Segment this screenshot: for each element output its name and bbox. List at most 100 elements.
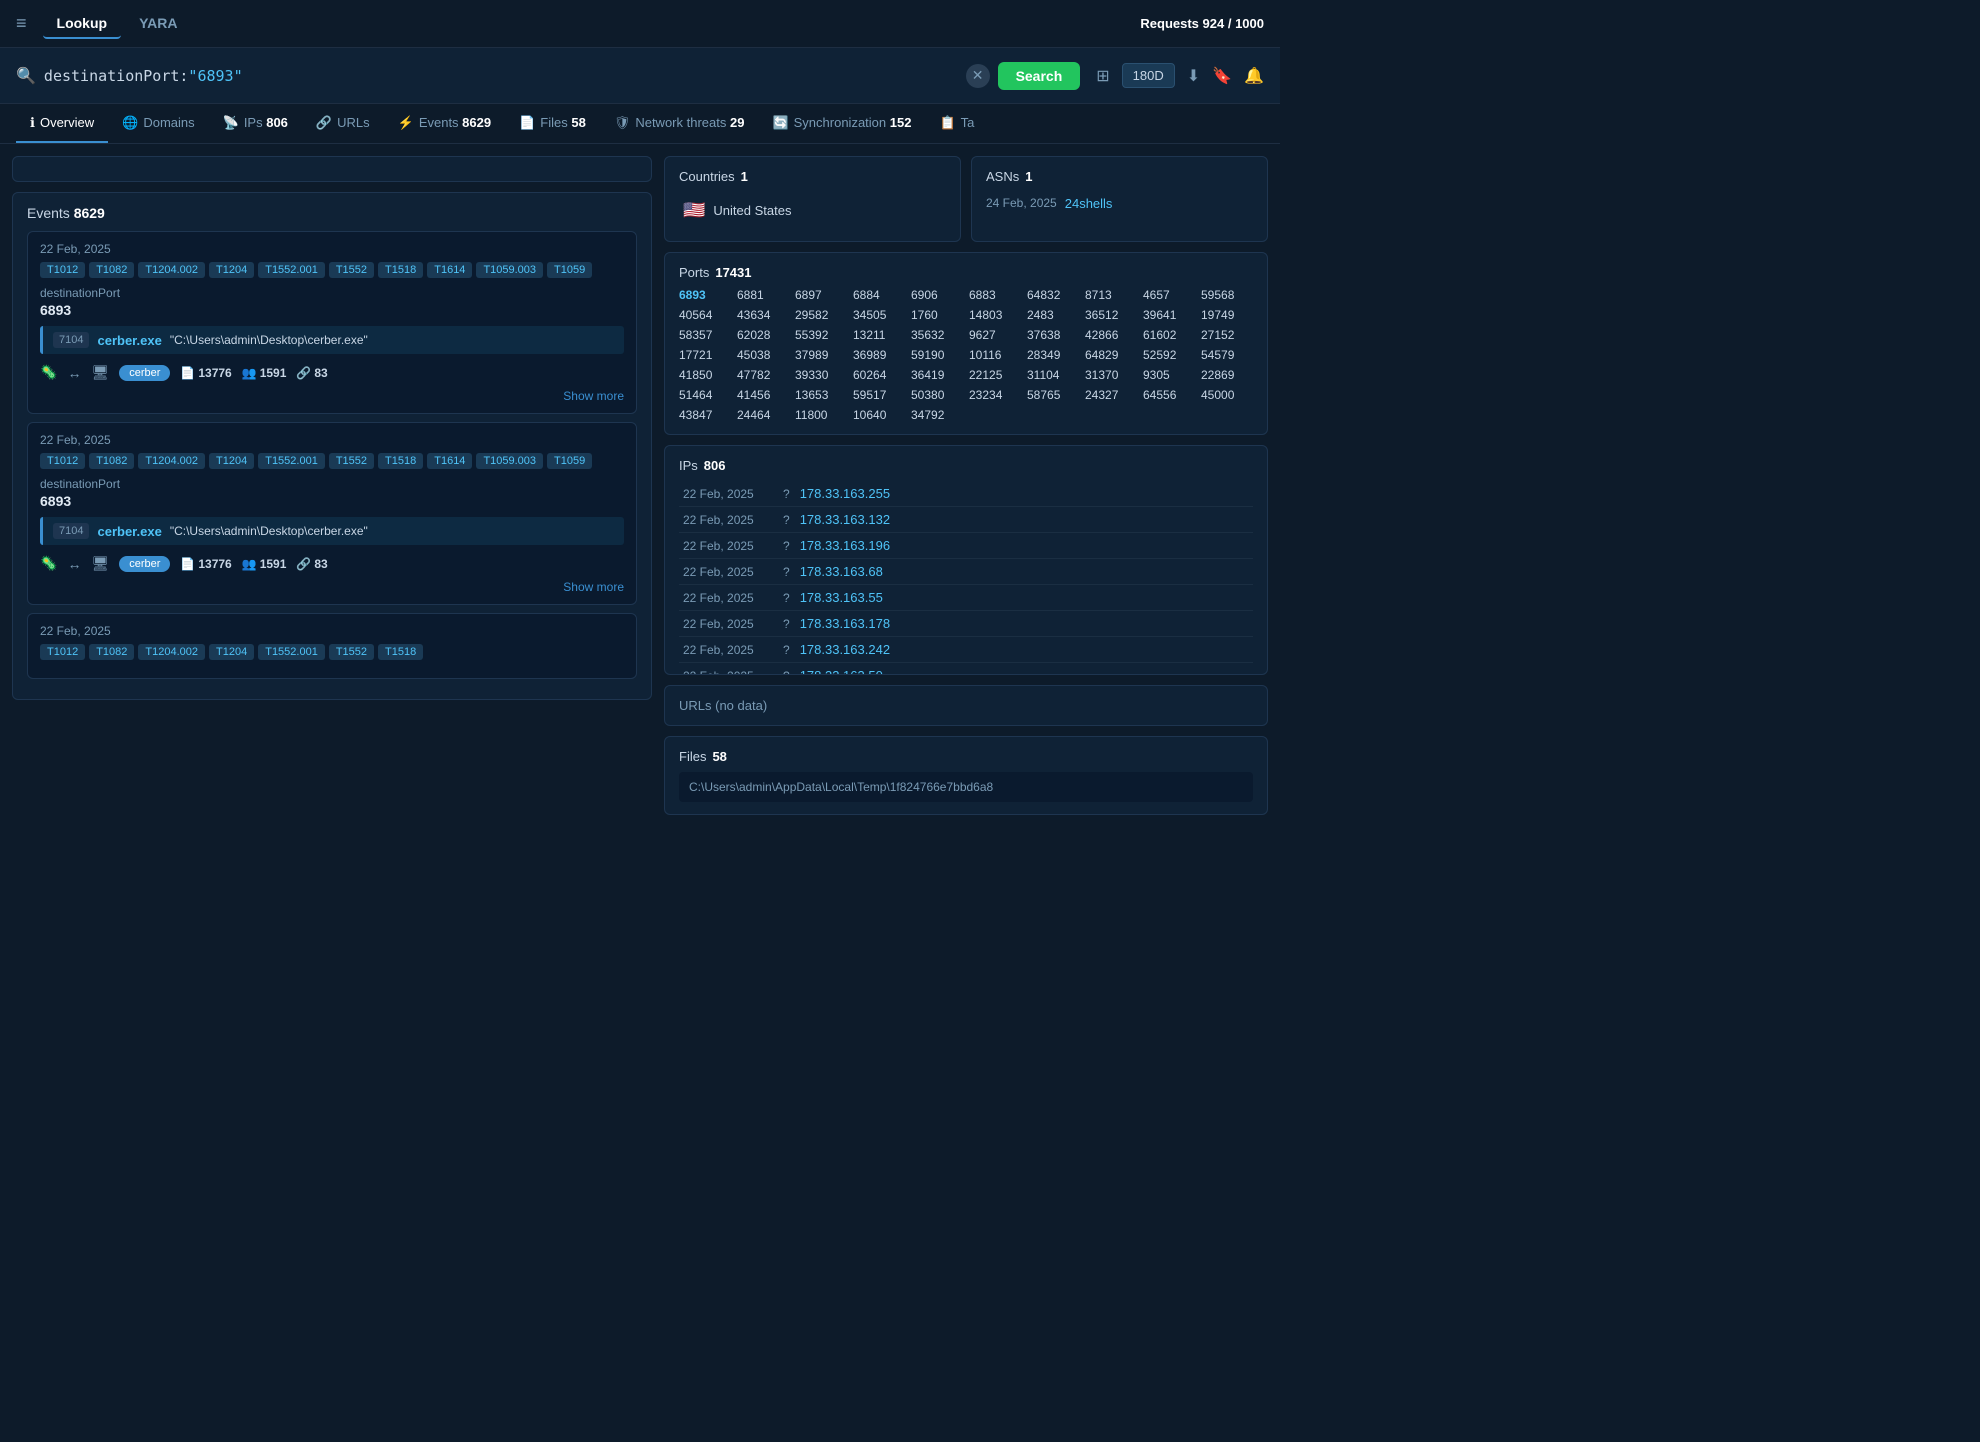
- period-selector[interactable]: 180D: [1122, 63, 1175, 88]
- port-number[interactable]: 4657: [1143, 288, 1187, 302]
- port-number[interactable]: 11800: [795, 408, 839, 422]
- port-number[interactable]: 40564: [679, 308, 723, 322]
- show-more-2[interactable]: Show more: [40, 580, 624, 594]
- port-number[interactable]: 6897: [795, 288, 839, 302]
- port-number[interactable]: 24327: [1085, 388, 1129, 402]
- port-number[interactable]: 6906: [911, 288, 955, 302]
- port-number[interactable]: 37989: [795, 348, 839, 362]
- tab-domains[interactable]: 🌐 Domains: [108, 104, 208, 143]
- malware-icon[interactable]: 🦠: [40, 555, 57, 572]
- ip-address[interactable]: 178.33.163.50: [800, 668, 883, 675]
- host-icon[interactable]: 🖥: [91, 555, 109, 572]
- port-number[interactable]: 9627: [969, 328, 1013, 342]
- port-number[interactable]: 6881: [737, 288, 781, 302]
- port-number[interactable]: 41850: [679, 368, 723, 382]
- port-number[interactable]: 8713: [1085, 288, 1129, 302]
- port-number[interactable]: 58765: [1027, 388, 1071, 402]
- connection-icon[interactable]: ↔: [67, 365, 81, 381]
- show-more-1[interactable]: Show more: [40, 389, 624, 403]
- port-number[interactable]: 6893: [679, 288, 723, 302]
- port-number[interactable]: 43634: [737, 308, 781, 322]
- port-number[interactable]: 31104: [1027, 368, 1071, 382]
- port-number[interactable]: 64832: [1027, 288, 1071, 302]
- port-number[interactable]: 34792: [911, 408, 955, 422]
- port-number[interactable]: 23234: [969, 388, 1013, 402]
- download-icon[interactable]: ⬇: [1187, 66, 1200, 86]
- port-number[interactable]: 10116: [969, 348, 1013, 362]
- port-number[interactable]: 22125: [969, 368, 1013, 382]
- port-number[interactable]: 17721: [679, 348, 723, 362]
- port-number[interactable]: 29582: [795, 308, 839, 322]
- port-number[interactable]: 59517: [853, 388, 897, 402]
- port-number[interactable]: 45038: [737, 348, 781, 362]
- port-number[interactable]: 59568: [1201, 288, 1245, 302]
- port-number[interactable]: 14803: [969, 308, 1013, 322]
- port-number[interactable]: 1760: [911, 308, 955, 322]
- tab-synchronization[interactable]: 🔄 Synchronization 152: [758, 104, 925, 143]
- port-number[interactable]: 62028: [737, 328, 781, 342]
- tab-events[interactable]: ⚡ Events 8629: [384, 104, 505, 143]
- cerber-badge[interactable]: cerber: [119, 556, 170, 572]
- port-number[interactable]: 37638: [1027, 328, 1071, 342]
- tab-ips[interactable]: 📡 IPs 806: [209, 104, 302, 143]
- asn-name[interactable]: 24shells: [1065, 196, 1113, 211]
- port-number[interactable]: 34505: [853, 308, 897, 322]
- ip-address[interactable]: 178.33.163.178: [800, 616, 890, 631]
- port-number[interactable]: 41456: [737, 388, 781, 402]
- port-number[interactable]: 6883: [969, 288, 1013, 302]
- port-number[interactable]: 45000: [1201, 388, 1245, 402]
- tab-ta[interactable]: 📋 Ta: [925, 104, 988, 143]
- port-number[interactable]: 27152: [1201, 328, 1245, 342]
- port-number[interactable]: 9305: [1143, 368, 1187, 382]
- port-number[interactable]: 22869: [1201, 368, 1245, 382]
- port-number[interactable]: 6884: [853, 288, 897, 302]
- cerber-badge[interactable]: cerber: [119, 365, 170, 381]
- port-number[interactable]: 36512: [1085, 308, 1129, 322]
- port-number[interactable]: 42866: [1085, 328, 1129, 342]
- tab-files[interactable]: 📄 Files 58: [505, 104, 600, 143]
- tab-urls[interactable]: 🔗 URLs: [302, 104, 384, 143]
- port-number[interactable]: 2483: [1027, 308, 1071, 322]
- view-toggle-icon[interactable]: ⊞: [1096, 66, 1109, 86]
- port-number[interactable]: 51464: [679, 388, 723, 402]
- port-number[interactable]: 36989: [853, 348, 897, 362]
- port-number[interactable]: 36419: [911, 368, 955, 382]
- hamburger-icon[interactable]: ≡: [16, 13, 27, 34]
- malware-icon[interactable]: 🦠: [40, 364, 57, 381]
- nav-tab-yara[interactable]: YARA: [125, 9, 191, 39]
- tab-network-threats[interactable]: 🛡 Network threats 29: [600, 104, 759, 143]
- ip-address[interactable]: 178.33.163.242: [800, 642, 890, 657]
- ip-address[interactable]: 178.33.163.132: [800, 512, 890, 527]
- port-number[interactable]: 31370: [1085, 368, 1129, 382]
- port-number[interactable]: 55392: [795, 328, 839, 342]
- bookmark-icon[interactable]: 🔖: [1212, 66, 1232, 86]
- nav-tab-lookup[interactable]: Lookup: [43, 9, 122, 39]
- port-number[interactable]: 59190: [911, 348, 955, 362]
- port-number[interactable]: 60264: [853, 368, 897, 382]
- port-number[interactable]: 61602: [1143, 328, 1187, 342]
- notification-icon[interactable]: 🔔: [1244, 66, 1264, 86]
- port-number[interactable]: 39641: [1143, 308, 1187, 322]
- port-number[interactable]: 24464: [737, 408, 781, 422]
- clear-button[interactable]: ✕: [966, 64, 990, 88]
- port-number[interactable]: 39330: [795, 368, 839, 382]
- port-number[interactable]: 28349: [1027, 348, 1071, 362]
- connection-icon[interactable]: ↔: [67, 556, 81, 572]
- port-number[interactable]: 64829: [1085, 348, 1129, 362]
- ip-address[interactable]: 178.33.163.196: [800, 538, 890, 553]
- search-button[interactable]: Search: [998, 62, 1081, 90]
- port-number[interactable]: 50380: [911, 388, 955, 402]
- host-icon[interactable]: 🖥: [91, 364, 109, 381]
- port-number[interactable]: 43847: [679, 408, 723, 422]
- port-number[interactable]: 64556: [1143, 388, 1187, 402]
- ip-address[interactable]: 178.33.163.68: [800, 564, 883, 579]
- port-number[interactable]: 52592: [1143, 348, 1187, 362]
- country-row[interactable]: 🇺🇸 United States: [679, 192, 946, 229]
- ip-address[interactable]: 178.33.163.55: [800, 590, 883, 605]
- port-number[interactable]: 35632: [911, 328, 955, 342]
- port-number[interactable]: 19749: [1201, 308, 1245, 322]
- port-number[interactable]: 13211: [853, 328, 897, 342]
- port-number[interactable]: 10640: [853, 408, 897, 422]
- ip-address[interactable]: 178.33.163.255: [800, 486, 890, 501]
- port-number[interactable]: 13653: [795, 388, 839, 402]
